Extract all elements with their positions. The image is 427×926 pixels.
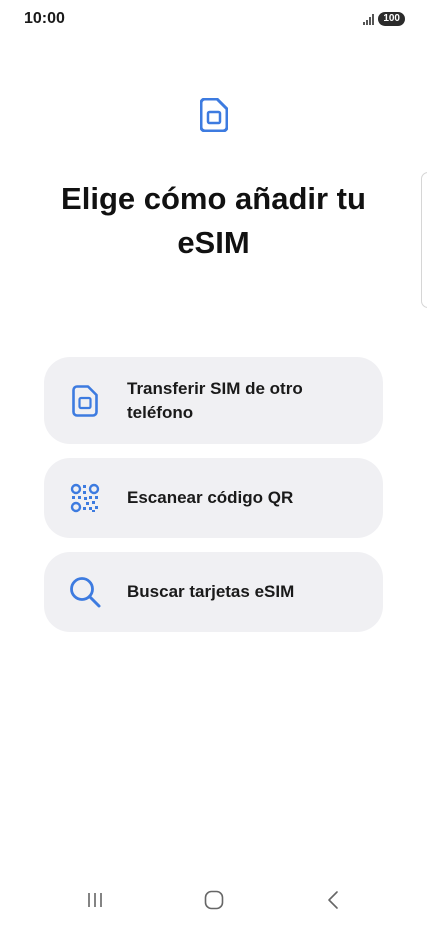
scan-qr-label: Escanear código QR <box>127 488 294 507</box>
home-button[interactable] <box>184 880 244 920</box>
sim-card-icon <box>68 384 102 418</box>
navigation-bar <box>0 880 427 926</box>
status-time: 10:00 <box>24 10 65 27</box>
back-button[interactable] <box>304 880 364 920</box>
sim-card-icon <box>200 98 228 132</box>
recents-button[interactable] <box>65 880 125 920</box>
transfer-sim-option[interactable]: Transferir SIM de otro teléfono <box>44 357 383 444</box>
search-esim-option[interactable]: Buscar tarjetas eSIM <box>44 552 383 632</box>
battery-icon: 100 <box>378 12 405 26</box>
recents-icon <box>88 893 102 907</box>
transfer-sim-label: Transferir SIM de otro teléfono <box>127 378 303 422</box>
search-esim-label: Buscar tarjetas eSIM <box>127 582 295 601</box>
qr-code-icon <box>68 481 102 515</box>
page-title: Elige cómo añadir tu eSIM <box>61 180 366 260</box>
status-bar: 10:00 100 <box>0 0 427 40</box>
search-icon <box>68 575 102 609</box>
home-icon <box>204 890 224 910</box>
signal-icon <box>363 13 375 25</box>
scan-qr-option[interactable]: Escanear código QR <box>44 458 383 538</box>
scroll-indicator <box>421 172 427 308</box>
back-icon <box>328 891 338 909</box>
status-indicators: 100 <box>363 12 405 26</box>
options-list: Transferir SIM de otro teléfono Escanear… <box>44 357 383 632</box>
